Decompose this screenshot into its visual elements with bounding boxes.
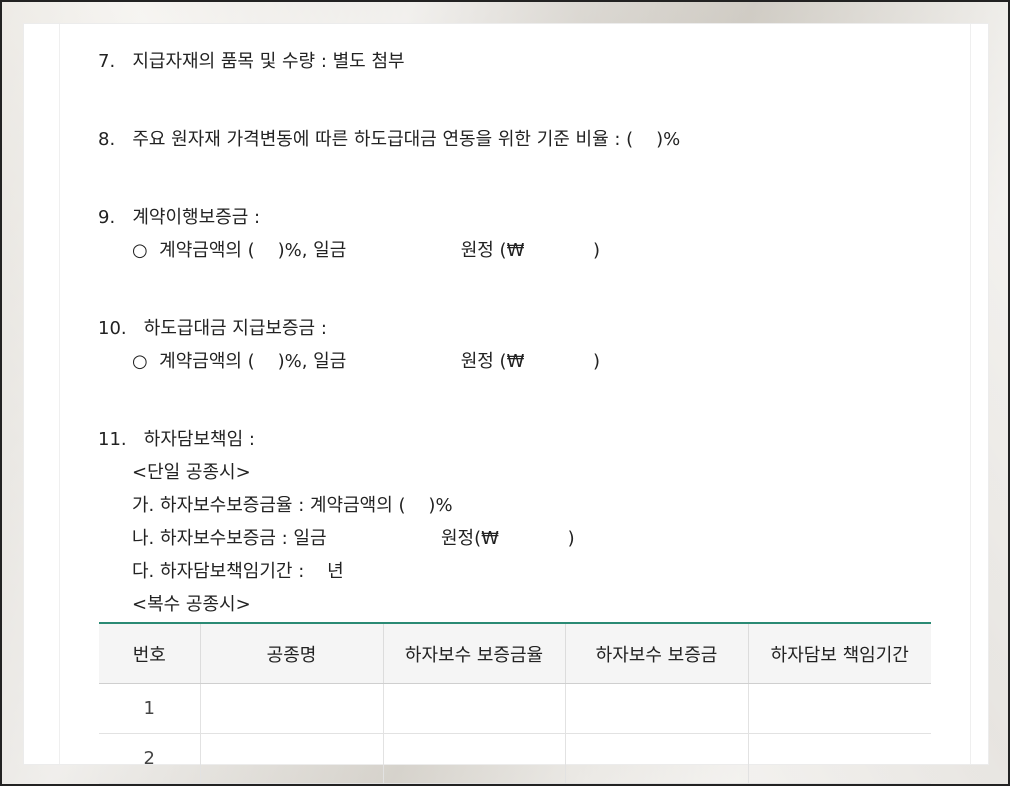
- item-11-multi-heading: <복수 공종시>: [132, 594, 251, 615]
- item-9-title: 9. 계약이행보증금 :: [98, 207, 261, 228]
- table-cell: 1: [99, 683, 200, 734]
- item-10-title: 10. 하도급대금 지급보증금 :: [98, 318, 327, 339]
- item-11-b: 나. 하자보수보증금 : 일금 원정(₩ ): [132, 528, 575, 549]
- table-header-row: 번호 공종명 하자보수 보증금율 하자보수 보증금 하자담보 책임기간: [99, 622, 931, 684]
- header-warranty-period: 하자담보 책임기간: [747, 622, 931, 684]
- header-warranty-amount: 하자보수 보증금: [564, 622, 748, 684]
- table-cell: [199, 733, 383, 784]
- table-row: 2: [99, 733, 931, 784]
- table-cell: [382, 733, 565, 784]
- item-9-detail: ○ 계약금액의 ( )%, 일금 원정 (₩ ): [132, 240, 601, 261]
- table-cell: 2: [99, 733, 200, 784]
- page-frame: 7. 지급자재의 품목 및 수량 : 별도 첨부 8. 주요 원자재 가격변동에…: [0, 0, 1010, 786]
- margin-line-right: [970, 24, 971, 764]
- item-11-single-heading: <단일 공종시>: [132, 462, 251, 483]
- table-cell: [564, 733, 748, 784]
- item-7: 7. 지급자재의 품목 및 수량 : 별도 첨부: [98, 51, 405, 72]
- item-11-a: 가. 하자보수보증금율 : 계약금액의 ( )%: [132, 495, 453, 516]
- item-11-c: 다. 하자담보책임기간 : 년: [132, 561, 344, 582]
- table-cell: [747, 733, 931, 784]
- item-11-title: 11. 하자담보책임 :: [98, 429, 255, 450]
- header-work-type: 공종명: [199, 622, 383, 684]
- table-cell: [382, 683, 565, 734]
- warranty-table: 번호 공종명 하자보수 보증금율 하자보수 보증금 하자담보 책임기간 1 2: [99, 622, 931, 784]
- table-cell: [747, 683, 931, 734]
- table-cell: [199, 683, 383, 734]
- item-10-detail: ○ 계약금액의 ( )%, 일금 원정 (₩ ): [132, 351, 601, 372]
- margin-line-left: [59, 24, 60, 764]
- item-8: 8. 주요 원자재 가격변동에 따른 하도급대금 연동을 위한 기준 비율 : …: [98, 129, 681, 150]
- header-number: 번호: [99, 622, 200, 684]
- table-row: 1: [99, 683, 931, 734]
- header-warranty-rate: 하자보수 보증금율: [382, 622, 565, 684]
- table-cell: [564, 683, 748, 734]
